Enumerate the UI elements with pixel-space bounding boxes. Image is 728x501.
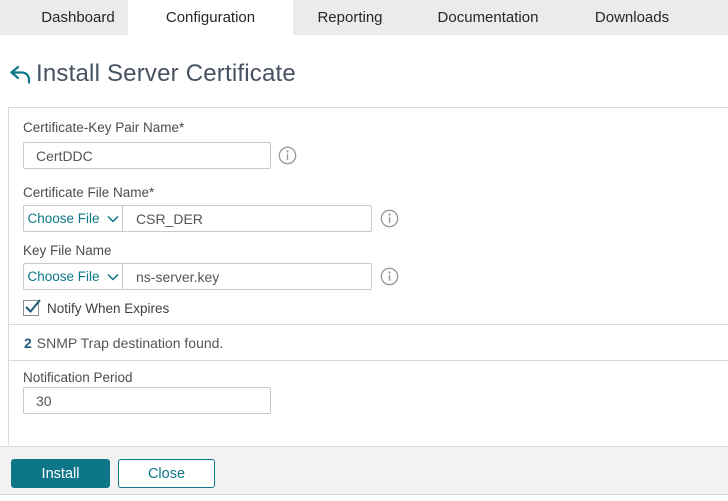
key-file-name-label: Key File Name — [23, 243, 112, 258]
tab-downloads[interactable]: Downloads — [569, 0, 695, 35]
notification-period-label: Notification Period — [23, 370, 133, 385]
notification-period-input[interactable] — [23, 387, 271, 414]
info-icon[interactable] — [380, 209, 399, 228]
info-icon[interactable] — [278, 146, 297, 165]
tab-documentation[interactable]: Documentation — [407, 0, 569, 35]
cert-file-choose-button[interactable]: Choose File — [24, 206, 123, 231]
tab-reporting[interactable]: Reporting — [293, 0, 407, 35]
back-arrow-icon[interactable] — [8, 64, 32, 88]
info-icon[interactable] — [380, 267, 399, 286]
cert-file-name-value[interactable]: CSR_DER — [123, 211, 203, 227]
choose-file-label: Choose File — [27, 211, 99, 226]
snmp-trap-count: 2 — [24, 335, 32, 351]
notify-when-expires-label: Notify When Expires — [47, 301, 169, 316]
cert-file-name-field: Choose File CSR_DER — [23, 205, 372, 232]
notify-when-expires-checkbox[interactable]: Notify When Expires — [23, 300, 169, 316]
choose-file-label: Choose File — [27, 269, 99, 284]
snmp-trap-notice: 2 SNMP Trap destination found. — [9, 324, 728, 361]
key-file-name-value[interactable]: ns-server.key — [123, 269, 219, 285]
form-footer: Install Close — [0, 446, 728, 495]
install-certificate-form: Certificate-Key Pair Name* Certificate F… — [8, 107, 728, 445]
chevron-down-icon — [107, 273, 119, 281]
close-button[interactable]: Close — [118, 459, 215, 488]
checkbox-box[interactable] — [23, 300, 39, 316]
cert-key-pair-name-input[interactable] — [23, 142, 271, 169]
key-file-choose-button[interactable]: Choose File — [24, 264, 123, 289]
tab-configuration[interactable]: Configuration — [128, 0, 293, 35]
cert-key-pair-name-label: Certificate-Key Pair Name* — [23, 120, 184, 135]
page-title: Install Server Certificate — [36, 60, 296, 88]
key-file-name-field: Choose File ns-server.key — [23, 263, 372, 290]
install-button[interactable]: Install — [11, 459, 110, 488]
top-tab-bar: Dashboard Configuration Reporting Docume… — [0, 0, 728, 35]
tab-dashboard[interactable]: Dashboard — [0, 0, 128, 35]
cert-file-name-label: Certificate File Name* — [23, 185, 154, 200]
checkmark-icon — [25, 298, 43, 316]
snmp-trap-text: SNMP Trap destination found. — [37, 335, 224, 351]
chevron-down-icon — [107, 215, 119, 223]
